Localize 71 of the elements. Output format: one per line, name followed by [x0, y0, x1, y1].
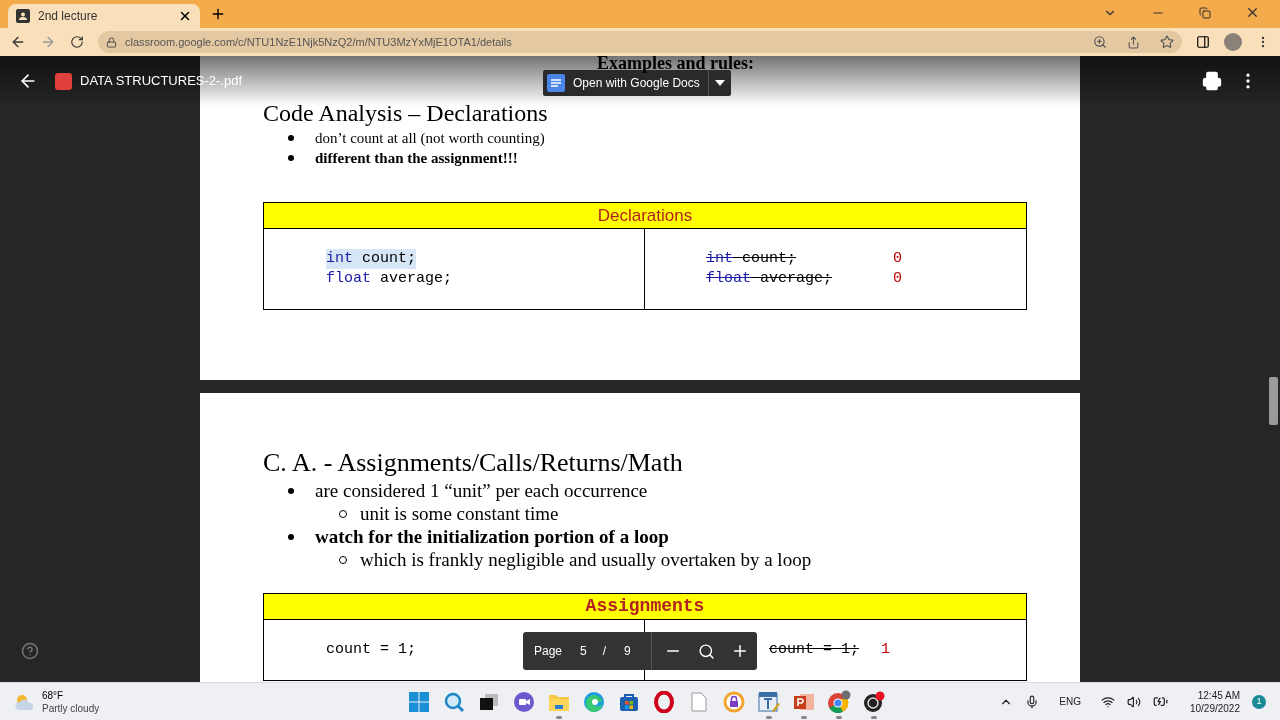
open-with-docs-button[interactable]: Open with Google Docs: [543, 70, 731, 96]
search-icon[interactable]: [443, 690, 465, 713]
page-total: 9: [624, 643, 631, 660]
page-label: Page: [534, 643, 563, 660]
notification-badge[interactable]: 1: [1252, 694, 1266, 709]
count-value: 1: [881, 640, 890, 660]
video-chat-icon[interactable]: [513, 690, 535, 713]
side-panel-icon[interactable]: [1196, 35, 1210, 49]
ring-logo-icon[interactable]: [654, 690, 674, 713]
table-header: Assignments: [264, 594, 1026, 620]
slide-title: C. A. - Assignments/Calls/Returns/Math: [263, 447, 684, 479]
clock-date[interactable]: 10/29/2022: [1189, 701, 1240, 715]
running-indicator: [871, 715, 877, 719]
code-line: float average;: [706, 269, 834, 289]
bullet-text: unit is some constant time: [360, 502, 559, 525]
temperature: 68°F: [42, 688, 65, 702]
pdf-file-icon: [55, 72, 72, 90]
code-line: count = 1;: [326, 640, 416, 660]
browser-swirl-icon[interactable]: [583, 690, 605, 713]
zoom-icon[interactable]: [697, 642, 715, 660]
table-header: Declarations: [264, 203, 1026, 229]
code-line: count = 1;: [769, 640, 860, 660]
text-editor-icon[interactable]: [758, 690, 780, 713]
restore-icon[interactable]: [1199, 6, 1211, 19]
page-number-field[interactable]: 5: [580, 642, 587, 660]
scrollbar-thumb[interactable]: [1269, 377, 1278, 425]
running-indicator: [836, 715, 842, 719]
count-value: 0: [893, 269, 902, 289]
microphone-icon[interactable]: [1025, 694, 1040, 709]
star-icon[interactable]: [1160, 35, 1174, 49]
weather-condition: Partly cloudy: [42, 701, 100, 715]
classroom-icon: [16, 9, 30, 23]
print-icon[interactable]: [1202, 71, 1222, 91]
count-value: 0: [893, 249, 902, 269]
bullet-text: are considered 1 “unit” per each occurrence: [315, 479, 648, 502]
tab-title: 2nd lecture: [38, 8, 99, 25]
running-indicator: [556, 715, 562, 719]
task-view-icon[interactable]: [479, 691, 499, 712]
reload-icon[interactable]: [70, 35, 84, 49]
windows-logo-icon[interactable]: [409, 691, 429, 712]
battery-icon[interactable]: [1152, 694, 1168, 709]
bullet-text: which is frankly negligible and usually overtaken by a loop: [360, 548, 812, 571]
code-line: int count;: [706, 249, 798, 269]
close-icon[interactable]: [178, 9, 192, 23]
volume-icon[interactable]: [1126, 694, 1141, 709]
docs-icon: [547, 74, 565, 92]
shopping-bag-icon[interactable]: [619, 691, 639, 712]
bullet-text: watch for the initialization portion of a loop: [315, 525, 669, 548]
share-icon[interactable]: [1127, 35, 1140, 49]
close-icon[interactable]: [1245, 5, 1260, 20]
back-icon[interactable]: [10, 34, 26, 50]
browser-tab[interactable]: 2nd lecture: [8, 4, 200, 28]
slide-title: Code Analysis – Declarations: [263, 99, 549, 128]
running-indicator: [801, 715, 807, 719]
clock-time[interactable]: 12:45 AM: [1197, 688, 1240, 702]
wifi-icon[interactable]: [1100, 694, 1115, 709]
avatar[interactable]: [1224, 33, 1242, 51]
new-tab-icon[interactable]: [210, 6, 226, 22]
help-icon[interactable]: [21, 642, 39, 660]
language-indicator[interactable]: ENG: [1059, 694, 1081, 709]
bullet-text: different than the assignment!!!: [315, 149, 518, 168]
url-text: classroom.google.com/c/NTU1NzE1Njk5NzQ2/m/NTU3MzYxMjE1OTA1/details: [125, 34, 513, 50]
bullet-text: don’t count at all (not worth counting): [315, 129, 545, 148]
page-separator: /: [602, 643, 607, 660]
running-indicator: [766, 715, 772, 719]
address-bar[interactable]: classroom.google.com/c/NTU1NzE1Njk5NzQ2/m/NTU3MzYxMjE1OTA1/details: [98, 31, 1182, 53]
recorder-logo-icon[interactable]: [863, 690, 885, 713]
round-browser-logo-icon[interactable]: [827, 689, 851, 714]
code-line: float average;: [326, 269, 453, 289]
lock-icon: [106, 36, 117, 48]
padlock-circle-icon[interactable]: [723, 690, 745, 713]
